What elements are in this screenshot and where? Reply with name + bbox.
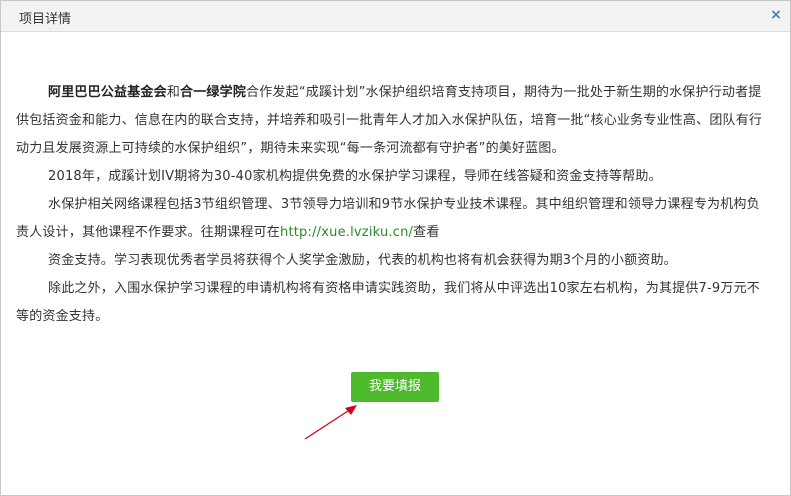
- dialog-title: 项目详情: [19, 12, 72, 27]
- apply-button[interactable]: 我要填报: [351, 372, 439, 402]
- org-name-alibaba: 阿里巴巴公益基金会: [48, 85, 167, 100]
- annotation-arrow-icon: [304, 405, 357, 440]
- phase-paragraph: 2018年，成蹊计划IV期将为30-40家机构提供免费的水保护学习课程，导师在线…: [48, 169, 662, 184]
- project-details-dialog: 项目详情 × 阿里巴巴公益基金会和合一绿学院合作发起“成蹊计划”水保护组织培育支…: [0, 0, 791, 496]
- course-link[interactable]: http://xue.lvziku.cn/: [280, 225, 413, 240]
- courses-paragraph: 水保护相关网络课程包括3节组织管理、3节领导力培训和9节水保护专业技术课程。其中…: [16, 191, 771, 247]
- conjunction: 和: [166, 85, 181, 100]
- courses-text-after: 查看: [413, 225, 440, 240]
- funding-paragraph: 资金支持。学习表现优秀者学员将获得个人奖学金激励，代表的机构也将有机会获得为期3…: [48, 253, 677, 268]
- practice-grant-paragraph: 除此之外，入围水保护学习课程的申请机构将有资格申请实践资助，我们将从中评选出10…: [16, 281, 760, 324]
- dialog-titlebar: 项目详情 ×: [1, 1, 790, 32]
- close-icon[interactable]: ×: [768, 7, 784, 23]
- project-description: 阿里巴巴公益基金会和合一绿学院合作发起“成蹊计划”水保护组织培育支持项目，期待为…: [16, 79, 771, 331]
- org-name-heyi: 合一绿学院: [180, 85, 247, 100]
- intro-paragraph: 阿里巴巴公益基金会和合一绿学院合作发起“成蹊计划”水保护组织培育支持项目，期待为…: [16, 79, 771, 163]
